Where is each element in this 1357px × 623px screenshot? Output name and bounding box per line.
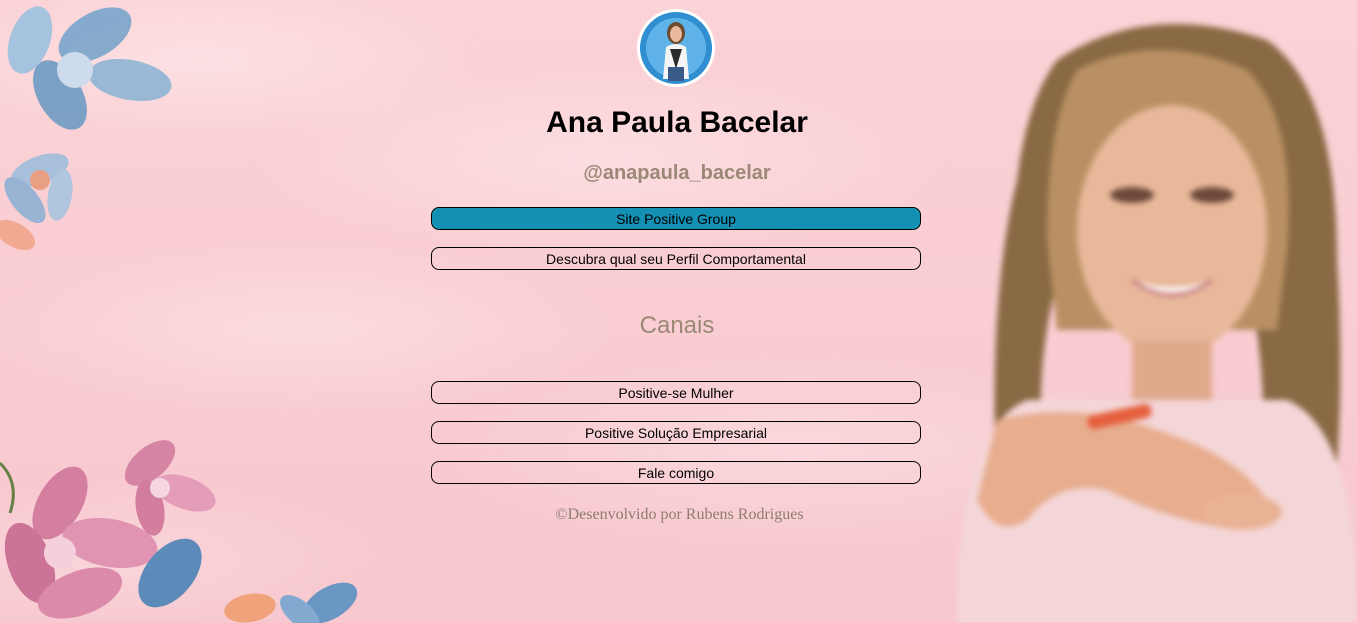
footer-credit: ©Desenvolvido por Rubens Rodrigues [555,506,804,523]
positive-solucao-empresarial-button[interactable]: Positive Solução Empresarial [431,421,921,444]
portrait-image [937,0,1357,623]
site-positive-group-button[interactable]: Site Positive Group [431,207,921,230]
flowers-decoration-bottom [0,423,390,623]
channels-title: Canais [639,312,715,339]
fale-comigo-button[interactable]: Fale comigo [431,461,921,484]
flowers-decoration-top [0,0,180,260]
profile-handle: @anapaula_bacelar [583,162,771,184]
perfil-comportamental-button[interactable]: Descubra qual seu Perfil Comportamental [431,247,921,270]
profile-name: Ana Paula Bacelar [546,106,808,139]
profile-avatar [637,9,715,87]
positive-se-mulher-button[interactable]: Positive-se Mulher [431,381,921,404]
